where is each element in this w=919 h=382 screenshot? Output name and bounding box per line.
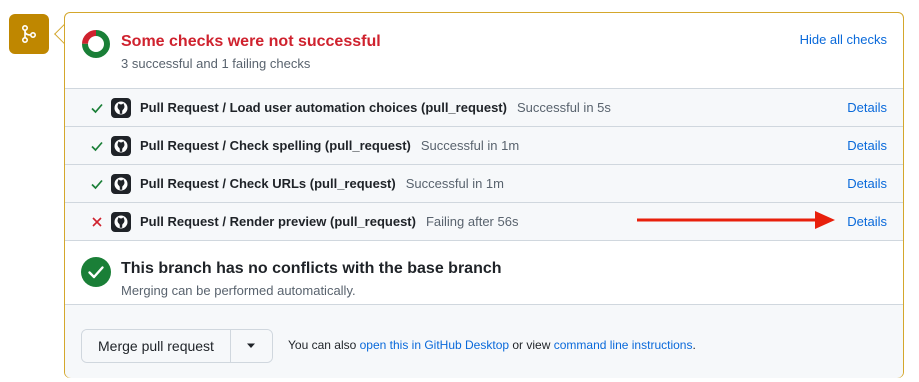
checks-donut-icon: [82, 30, 110, 58]
merge-footer: Merge pull request You can also open thi…: [65, 304, 903, 378]
git-merge-icon: [21, 24, 37, 44]
check-success-icon: [89, 100, 105, 116]
check-success-icon: [89, 138, 105, 154]
check-name: Pull Request / Render preview (pull_requ…: [140, 214, 518, 229]
check-status: Successful in 5s: [516, 100, 611, 115]
github-actions-app-icon: [111, 97, 131, 118]
check-status: Failing after 56s: [425, 214, 519, 229]
check-failure-icon: [89, 214, 105, 230]
git-branch-badge: [9, 14, 49, 54]
footer-text-after: .: [692, 338, 696, 352]
check-circle-icon: [81, 257, 111, 287]
footer-text-middle: or view: [509, 338, 554, 352]
merge-pull-request-button[interactable]: Merge pull request: [82, 330, 230, 362]
annotation-arrow-icon: [637, 211, 835, 229]
check-details-link[interactable]: Details: [847, 100, 887, 115]
checks-summary: Some checks were not successful 3 succes…: [65, 13, 903, 88]
merge-status-title: This branch has no conflicts with the ba…: [121, 260, 502, 277]
check-name: Pull Request / Check spelling (pull_requ…: [140, 138, 519, 153]
check-name-text: Pull Request / Check spelling (pull_requ…: [140, 138, 411, 153]
check-row: Pull Request / Check spelling (pull_requ…: [65, 126, 903, 164]
footer-help-text: You can also open this in GitHub Desktop…: [288, 338, 696, 352]
check-status: Successful in 1m: [405, 176, 504, 191]
merge-box: Some checks were not successful 3 succes…: [64, 12, 904, 378]
open-in-desktop-link[interactable]: open this in GitHub Desktop: [360, 338, 509, 352]
hide-all-checks-link[interactable]: Hide all checks: [800, 32, 887, 47]
check-details-link-failing[interactable]: Details: [847, 214, 887, 229]
check-success-icon: [89, 176, 105, 192]
merge-method-dropdown[interactable]: [229, 330, 272, 362]
merge-button-group: Merge pull request: [81, 329, 273, 363]
merge-status-subtitle: Merging can be performed automatically.: [121, 283, 356, 298]
check-details-link[interactable]: Details: [847, 138, 887, 153]
check-row: Pull Request / Check URLs (pull_request)…: [65, 164, 903, 202]
check-details-link[interactable]: Details: [847, 176, 887, 191]
check-status: Successful in 1m: [420, 138, 520, 153]
command-line-instructions-link[interactable]: command line instructions: [554, 338, 693, 352]
github-actions-app-icon: [111, 211, 131, 232]
footer-text-before: You can also: [288, 338, 360, 352]
check-name: Pull Request / Load user automation choi…: [140, 100, 611, 115]
check-name: Pull Request / Check URLs (pull_request)…: [140, 176, 504, 191]
check-row: Pull Request / Load user automation choi…: [65, 88, 903, 126]
checks-summary-title: Some checks were not successful: [121, 33, 381, 50]
checks-summary-subtitle: 3 successful and 1 failing checks: [121, 56, 311, 71]
github-actions-app-icon: [111, 135, 131, 156]
merge-status: This branch has no conflicts with the ba…: [65, 240, 903, 304]
check-name-text: Pull Request / Load user automation choi…: [140, 100, 507, 115]
triangle-down-icon: [247, 343, 256, 348]
check-name-text: Pull Request / Check URLs (pull_request): [140, 176, 396, 191]
github-actions-app-icon: [111, 173, 131, 194]
check-name-text: Pull Request / Render preview (pull_requ…: [140, 214, 416, 229]
